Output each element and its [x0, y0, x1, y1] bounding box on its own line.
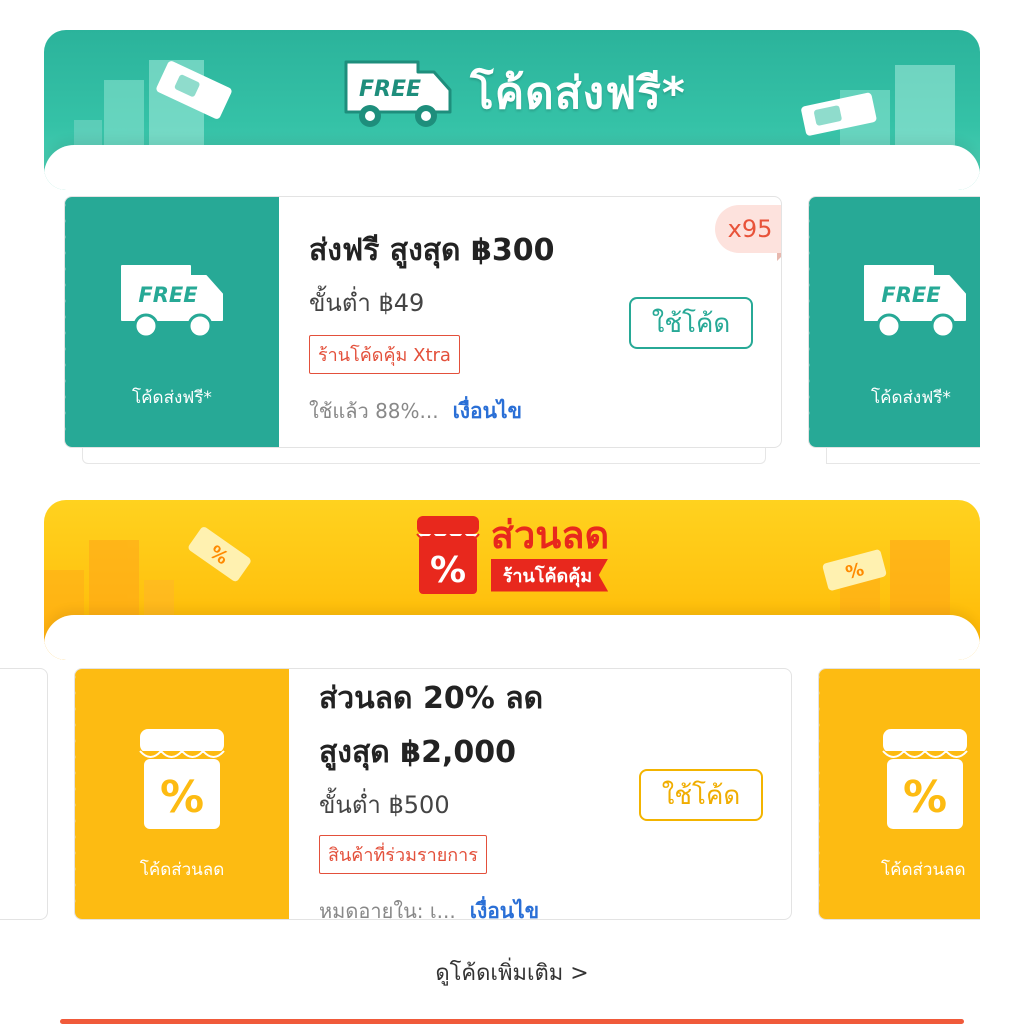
coupon-title-line1: ส่วนลด 20% ลด [319, 681, 544, 716]
banner-title: โค้ดส่งฟรี* [470, 68, 686, 119]
next-section-edge [60, 1019, 964, 1024]
coupon-tag: สินค้าที่ร่วมรายการ [319, 835, 487, 874]
coupon-title-line2: สูงสุด ฿2,000 [319, 735, 516, 770]
coupon-stub-label: โค้ดส่งฟรี* [871, 388, 951, 408]
discount-coupon-next[interactable]: % โค้ดส่วนลด [818, 668, 980, 920]
svg-text:FREE: FREE [359, 77, 421, 102]
shop-percent-icon: % [139, 729, 225, 829]
coupon-usage: ใช้แล้ว 88%... [309, 399, 439, 423]
coupon-min-spend: ขั้นต่ำ ฿500 [319, 791, 450, 819]
free-truck-icon: FREE [863, 265, 966, 339]
quantity-badge: x95 [715, 205, 781, 261]
coupon-stub: % โค้ดส่วนลด [75, 669, 289, 919]
coupon-stub-label: โค้ดส่งฟรี* [132, 388, 212, 408]
banner-subtitle: ร้านโค้ดคุ้ม [490, 558, 609, 592]
conditions-link[interactable]: เงื่อนไข [453, 395, 522, 428]
discount-coupon: % โค้ดส่วนลด ส่วนลด 20% ลด สูงสุด ฿2,000… [74, 668, 792, 920]
coupon-stub: FREE โค้ดส่งฟรี* [809, 197, 980, 447]
coupon-tag: ร้านโค้ดคุ้ม Xtra [309, 335, 460, 374]
svg-text:FREE: FREE [881, 283, 941, 307]
coupon-min-spend: ขั้นต่ำ ฿49 [309, 289, 425, 317]
coupon-page: FREE โค้ดส่งฟรี* FREE โค้ดส่งฟรี* ส่งฟรี… [0, 0, 1024, 1024]
coupon-title: ส่งฟรี สูงสุด ฿300 [309, 233, 555, 268]
conditions-link[interactable]: เงื่อนไข [470, 895, 539, 919]
shop-percent-icon: % [881, 729, 968, 829]
free-truck-icon: FREE [338, 56, 454, 130]
svg-text:%: % [430, 550, 466, 591]
free-shipping-coupon-next[interactable]: FREE โค้ดส่งฟรี* [808, 196, 980, 448]
discount-coupon-prev[interactable] [0, 668, 48, 920]
free-shipping-coupon: FREE โค้ดส่งฟรี* ส่งฟรี สูงสุด ฿300 ขั้น… [64, 196, 782, 448]
use-code-button[interactable]: ใช้โค้ด [639, 769, 763, 821]
discount-banner: % % % ส่วนลด ร้านโค้ดคุ้ม [44, 500, 980, 660]
coupon-expiry: หมดอายุใน: เ... [319, 899, 456, 920]
free-truck-icon: FREE [121, 265, 223, 339]
coupon-stub: FREE โค้ดส่งฟรี* [65, 197, 279, 447]
coupon-stub-label: โค้ดส่วนลด [881, 860, 966, 880]
svg-text:%: % [160, 772, 204, 823]
svg-text:%: % [902, 772, 946, 823]
use-code-button[interactable]: ใช้โค้ด [629, 297, 753, 349]
svg-text:FREE: FREE [138, 283, 198, 307]
coupon-stub-label: โค้ดส่วนลด [139, 860, 225, 880]
banner-title: ส่วนลด [490, 512, 610, 557]
free-shipping-banner: FREE โค้ดส่งฟรี* [44, 30, 980, 190]
see-more-codes-link[interactable]: ดูโค้ดเพิ่มเติม > [0, 955, 1024, 990]
coupon-stub: % โค้ดส่วนลด [819, 669, 980, 919]
shop-percent-icon: % [415, 512, 481, 594]
